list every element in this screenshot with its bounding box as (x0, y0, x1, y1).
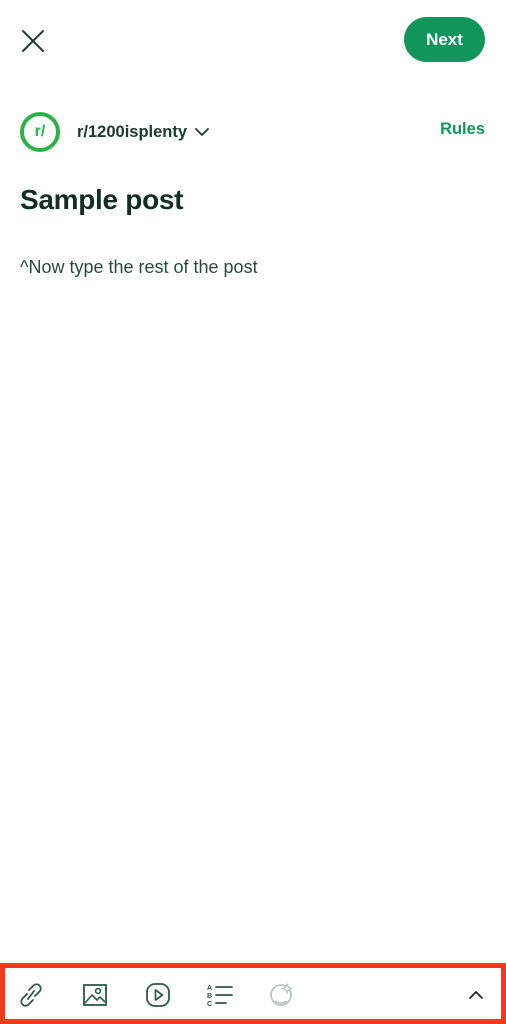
community-name: r/1200isplenty (77, 122, 188, 141)
link-icon (20, 983, 42, 1007)
list-icon: A B C (207, 985, 233, 1008)
create-post-screen: Next r/ r/1200isplenty Rules Sample post… (0, 0, 506, 1024)
link-button[interactable] (16, 980, 46, 1010)
svg-text:C: C (207, 1001, 212, 1008)
svg-text:B: B (207, 993, 212, 1000)
video-button[interactable] (143, 980, 173, 1010)
chevron-up-icon (469, 991, 483, 999)
community-selector[interactable]: r/1200isplenty (77, 118, 209, 146)
video-icon (146, 983, 170, 1007)
ai-assist-icon (270, 983, 293, 1006)
next-button[interactable]: Next (404, 17, 485, 62)
post-body-input[interactable]: ^Now type the rest of the post (20, 257, 486, 278)
image-icon (83, 984, 107, 1006)
community-avatar-text: r/ (34, 123, 46, 140)
chevron-down-icon (195, 128, 209, 136)
list-button[interactable]: A B C (205, 980, 235, 1010)
ai-assist-button[interactable] (267, 980, 297, 1010)
community-row: r/ r/1200isplenty Rules (0, 110, 506, 154)
svg-text:A: A (207, 985, 212, 992)
image-button[interactable] (80, 980, 110, 1010)
close-icon (22, 30, 44, 52)
rules-link[interactable]: Rules (440, 120, 485, 139)
close-button[interactable] (14, 22, 52, 60)
expand-toolbar-button[interactable] (461, 980, 491, 1010)
post-title-input[interactable]: Sample post (20, 184, 486, 216)
top-bar: Next (0, 0, 506, 84)
community-avatar: r/ (20, 112, 60, 152)
formatting-toolbar: A B C (0, 963, 506, 1024)
